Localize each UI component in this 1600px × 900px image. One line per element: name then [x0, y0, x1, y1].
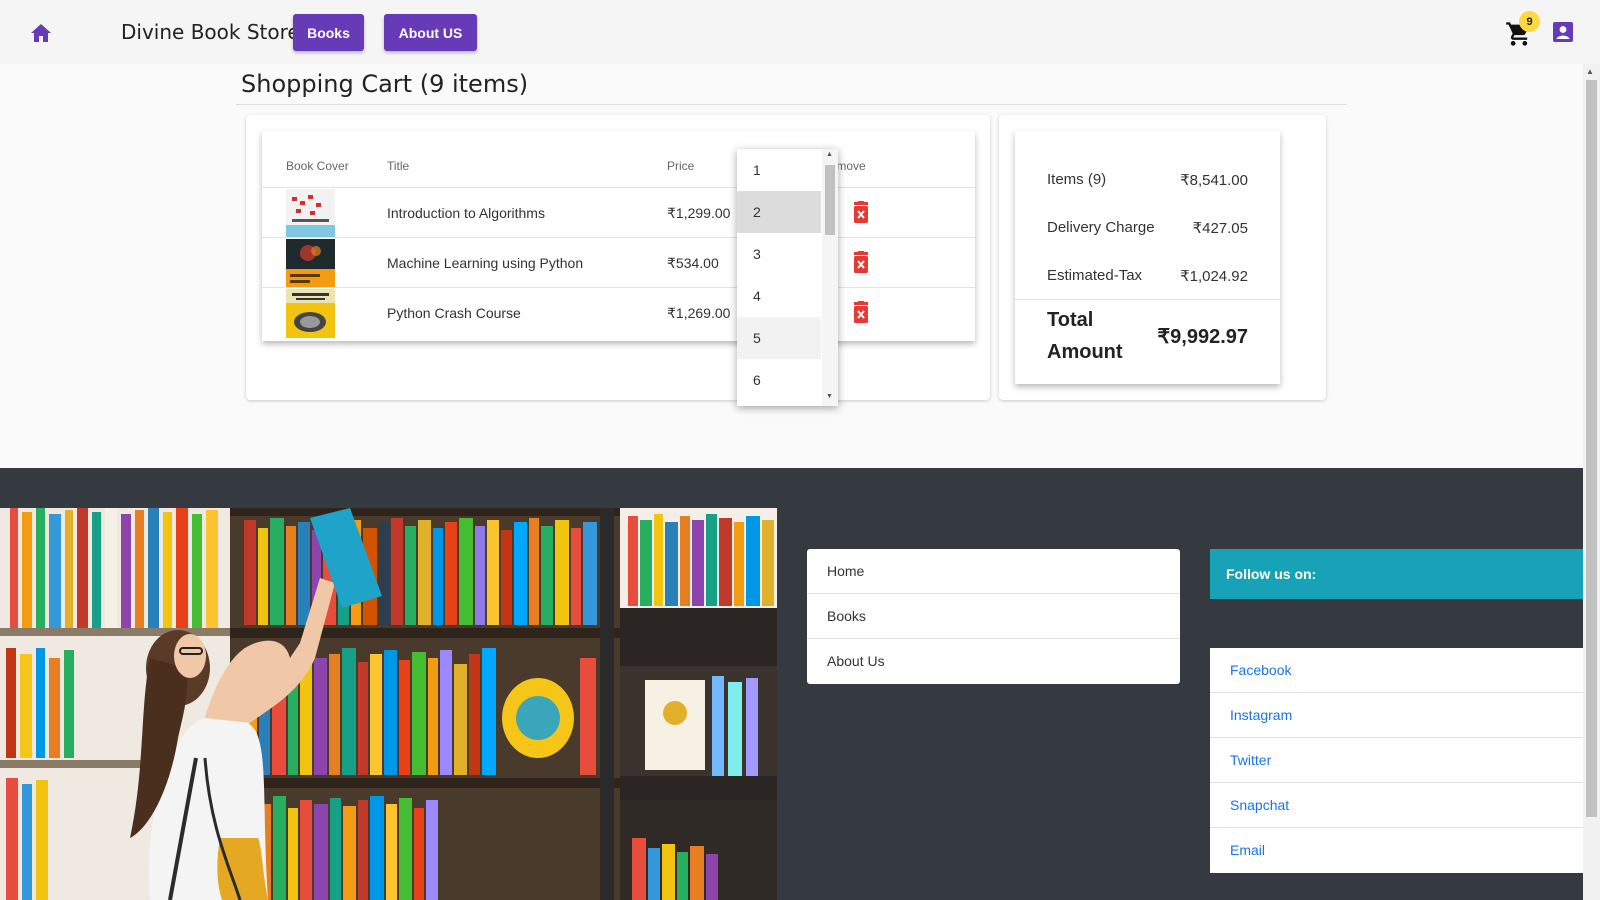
total-amount-label: Total Amount: [1047, 309, 1123, 363]
items-label: Items (9): [1047, 171, 1107, 188]
quantity-option-selected[interactable]: 2: [737, 191, 821, 233]
about-us-nav-button[interactable]: About US: [384, 14, 477, 51]
table-row: Python Crash Course ₹1,269.00: [262, 287, 975, 338]
bookstore-photo: [0, 508, 777, 900]
title-divider: [236, 104, 1347, 105]
book-price: ₹534.00: [667, 255, 719, 271]
quantity-option[interactable]: 6: [737, 359, 821, 401]
quantity-option[interactable]: 3: [737, 233, 821, 275]
page-scroll-thumb[interactable]: [1586, 80, 1597, 817]
column-header-price: Price: [667, 159, 695, 173]
order-summary-card: Items (9) ₹8,541.00 Delivery Charge ₹427…: [1015, 131, 1280, 384]
delivery-charge-label: Delivery Charge: [1047, 219, 1155, 236]
column-header-cover: Book Cover: [286, 159, 349, 173]
table-row: Introduction to Algorithms ₹1,299.00: [262, 187, 975, 238]
brand-title[interactable]: Divine Book Store: [121, 20, 300, 44]
delete-icon[interactable]: [852, 301, 872, 325]
summary-divider: [1015, 299, 1280, 300]
estimated-tax-value: ₹1,024.92: [1180, 268, 1248, 285]
quantity-option-hovered[interactable]: 5: [737, 317, 821, 359]
book-price: ₹1,269.00: [667, 305, 731, 321]
book-cover-image: [286, 289, 335, 338]
book-price: ₹1,299.00: [667, 205, 731, 221]
book-title: Introduction to Algorithms: [387, 205, 545, 221]
email-link[interactable]: Email: [1210, 828, 1583, 873]
page-title: Shopping Cart (9 items): [241, 70, 529, 98]
home-icon[interactable]: [28, 20, 54, 46]
book-title: Python Crash Course: [387, 305, 521, 321]
snapchat-link[interactable]: Snapchat: [1210, 783, 1583, 828]
top-navbar: Divine Book Store Books About US 9: [0, 0, 1600, 64]
book-cover-image: [286, 239, 335, 288]
social-links-list: Facebook Instagram Twitter Snapchat Emai…: [1210, 648, 1583, 873]
footer-link-home[interactable]: Home: [807, 549, 1180, 594]
quantity-dropdown[interactable]: 1 2 3 4 5 6 ▲ ▼: [737, 149, 838, 406]
facebook-link[interactable]: Facebook: [1210, 648, 1583, 693]
dropdown-scroll-thumb[interactable]: [825, 165, 835, 235]
scroll-up-icon[interactable]: ▲: [826, 151, 833, 158]
books-nav-button[interactable]: Books: [293, 14, 364, 51]
delete-icon[interactable]: [852, 251, 872, 275]
quantity-option[interactable]: 4: [737, 275, 821, 317]
instagram-link[interactable]: Instagram: [1210, 693, 1583, 738]
delete-icon[interactable]: [852, 201, 872, 225]
delivery-charge-value: ₹427.05: [1192, 220, 1248, 237]
cart-count-badge: 9: [1519, 11, 1540, 32]
items-value: ₹8,541.00: [1180, 172, 1248, 189]
estimated-tax-label: Estimated-Tax: [1047, 267, 1143, 284]
footer-links-list: Home Books About Us: [807, 549, 1180, 684]
cart-table: Book Cover Title Price Remove Introducti…: [262, 131, 975, 341]
scroll-down-icon[interactable]: ▼: [826, 393, 833, 400]
account-icon[interactable]: [1553, 22, 1575, 44]
column-header-title: Title: [387, 159, 410, 173]
footer-link-about[interactable]: About Us: [807, 639, 1180, 684]
twitter-link[interactable]: Twitter: [1210, 738, 1583, 783]
scroll-up-icon[interactable]: ▲: [1586, 67, 1594, 76]
follow-us-heading: Follow us on:: [1210, 549, 1583, 599]
table-row: Machine Learning using Python ₹534.00: [262, 237, 975, 288]
footer-link-books[interactable]: Books: [807, 594, 1180, 639]
book-title: Machine Learning using Python: [387, 255, 584, 271]
book-cover-image: [286, 189, 335, 238]
quantity-option[interactable]: 1: [737, 149, 821, 191]
total-amount-value: ₹9,992.97: [1157, 326, 1248, 348]
